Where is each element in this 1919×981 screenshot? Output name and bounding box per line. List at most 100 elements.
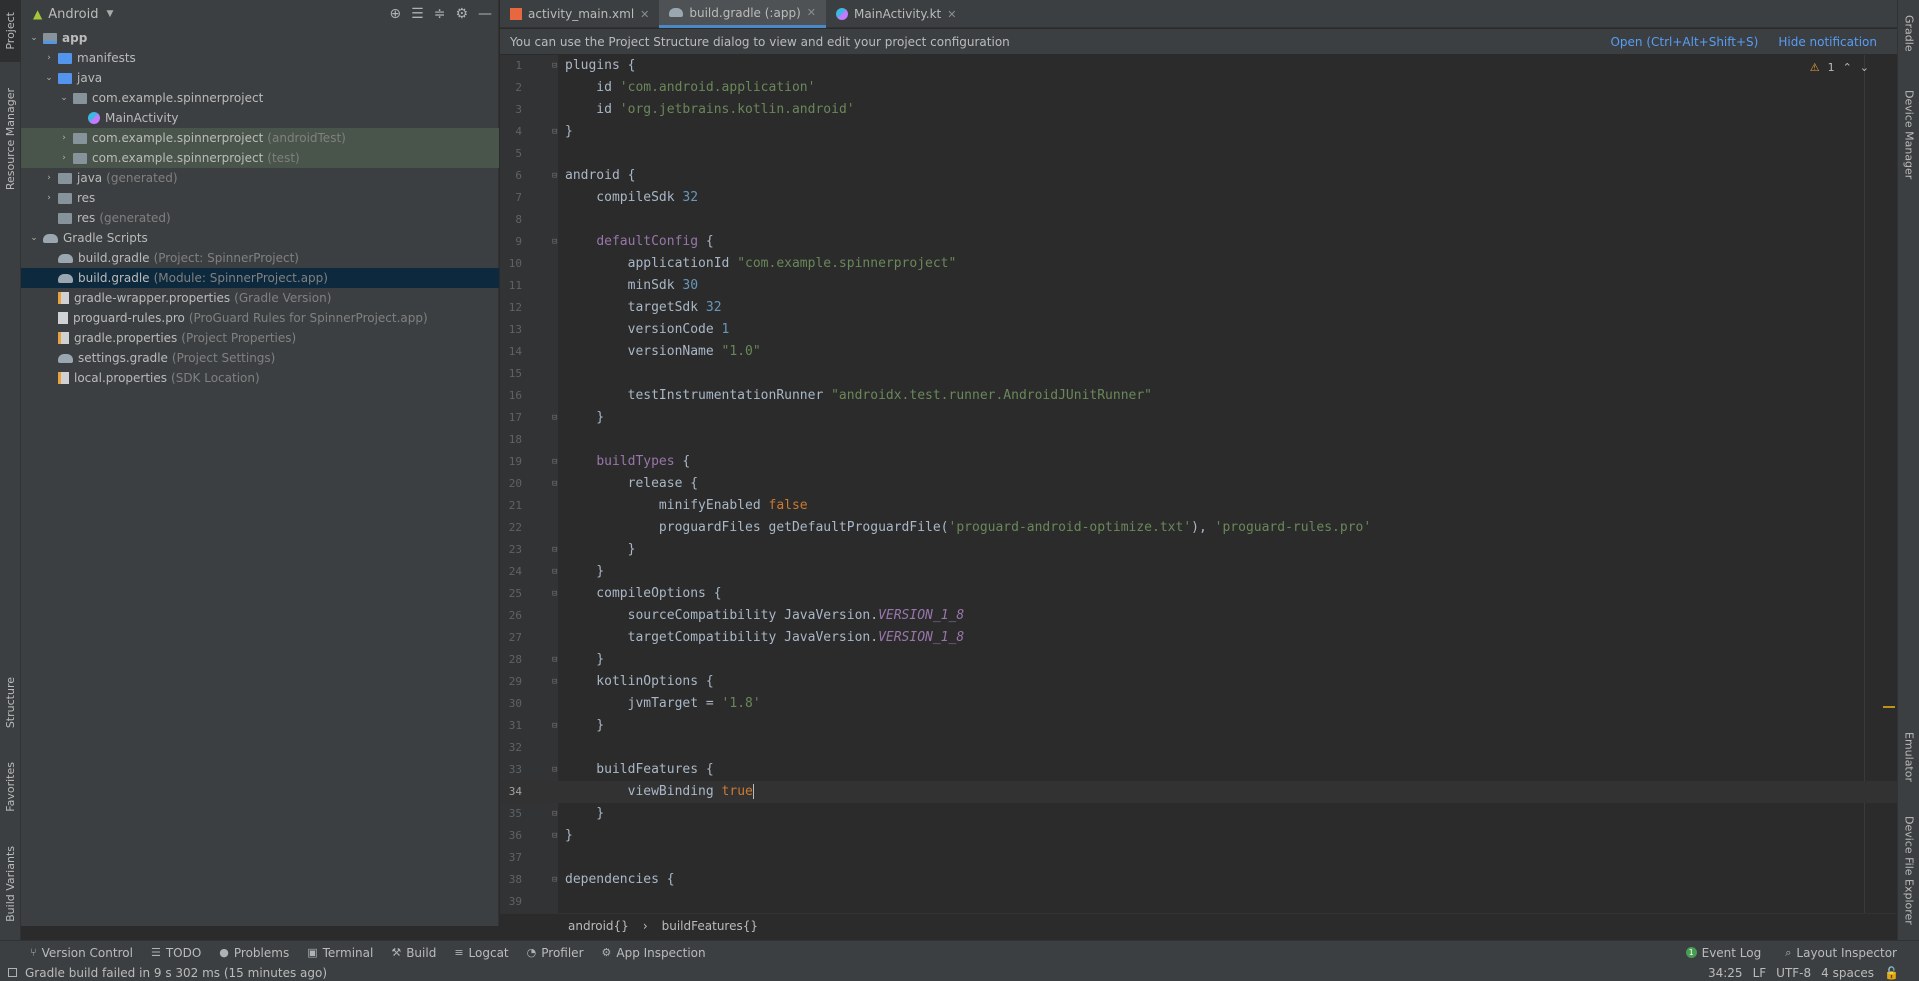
tree-item[interactable]: ⌄ Gradle Scripts bbox=[21, 228, 499, 248]
tool-tab-emulator[interactable]: Emulator bbox=[1898, 722, 1919, 792]
code-line[interactable]: 20 ⊟ release { bbox=[500, 473, 1897, 495]
bottom-tool-logcat[interactable]: ≡ Logcat bbox=[454, 946, 508, 960]
hide-icon[interactable]: — bbox=[478, 6, 492, 22]
code-line[interactable]: 25 ⊟ compileOptions { bbox=[500, 583, 1897, 605]
code-line[interactable]: 17 ⊟ } bbox=[500, 407, 1897, 429]
bottom-tool-app-inspection[interactable]: ⚙ App Inspection bbox=[602, 946, 706, 960]
tree-item[interactable]: build.gradle (Project: SpinnerProject) bbox=[21, 248, 499, 268]
chevron-down-icon[interactable]: ⌄ bbox=[42, 73, 56, 83]
tree-item[interactable]: MainActivity bbox=[21, 108, 499, 128]
tree-item[interactable]: › res bbox=[21, 188, 499, 208]
editor-tab[interactable]: activity_main.xml ✕ bbox=[500, 0, 659, 28]
code-line[interactable]: 5 bbox=[500, 143, 1897, 165]
code-line[interactable]: 3 id 'org.jetbrains.kotlin.android' bbox=[500, 99, 1897, 121]
tree-item[interactable]: › manifests bbox=[21, 48, 499, 68]
chevron-right-icon[interactable]: › bbox=[57, 153, 71, 163]
code-line[interactable]: 24 ⊟ } bbox=[500, 561, 1897, 583]
breadcrumb-item-android[interactable]: android{} bbox=[568, 919, 629, 933]
tool-tab-device-manager[interactable]: Device Manager bbox=[1898, 82, 1919, 187]
fold-icon[interactable]: ⊟ bbox=[552, 825, 557, 847]
code-line[interactable]: 32 bbox=[500, 737, 1897, 759]
code-line[interactable]: 16 testInstrumentationRunner "androidx.t… bbox=[500, 385, 1897, 407]
fold-icon[interactable]: ⊟ bbox=[552, 473, 557, 495]
hide-notification-link[interactable]: Hide notification bbox=[1778, 35, 1877, 49]
bottom-tool-profiler[interactable]: ◔ Profiler bbox=[527, 946, 584, 960]
code-line[interactable]: 19 ⊟ buildTypes { bbox=[500, 451, 1897, 473]
layout-inspector-button[interactable]: ⌕ Layout Inspector bbox=[1785, 946, 1897, 960]
collapse-all-icon[interactable]: ≑ bbox=[434, 6, 446, 22]
bottom-tool-version-control[interactable]: ⑂ Version Control bbox=[30, 946, 133, 960]
code-line[interactable]: 6 ⊟ android { bbox=[500, 165, 1897, 187]
tree-item[interactable]: local.properties (SDK Location) bbox=[21, 368, 499, 388]
code-line[interactable]: 37 bbox=[500, 847, 1897, 869]
editor-tab[interactable]: build.gradle (:app) ✕ bbox=[659, 0, 826, 28]
tree-item[interactable]: › com.example.spinnerproject (androidTest) bbox=[21, 128, 499, 148]
tool-tab-favorites[interactable]: Favorites bbox=[0, 752, 21, 822]
tool-window-toggle-icon[interactable] bbox=[8, 968, 17, 977]
code-line[interactable]: 15 bbox=[500, 363, 1897, 385]
chevron-right-icon[interactable]: › bbox=[42, 193, 56, 203]
code-line[interactable]: 35 ⊟ } bbox=[500, 803, 1897, 825]
chevron-down-icon[interactable]: ⌄ bbox=[27, 33, 41, 43]
code-line[interactable]: 31 ⊟ } bbox=[500, 715, 1897, 737]
fold-icon[interactable]: ⊟ bbox=[552, 715, 557, 737]
code-line[interactable]: 18 bbox=[500, 429, 1897, 451]
chevron-down-icon[interactable]: ⌄ bbox=[57, 93, 71, 103]
breadcrumb-item-buildfeatures[interactable]: buildFeatures{} bbox=[662, 919, 758, 933]
fold-icon[interactable]: ⊟ bbox=[552, 539, 557, 561]
code-editor[interactable]: 1 ⊟ plugins {2 id 'com.android.application… bbox=[500, 55, 1897, 913]
chevron-down-icon[interactable]: ⌄ bbox=[1860, 61, 1869, 74]
bottom-tool-build[interactable]: ⚒ Build bbox=[391, 946, 436, 960]
tree-item[interactable]: ⌄ com.example.spinnerproject bbox=[21, 88, 499, 108]
tree-item[interactable]: gradle.properties (Project Properties) bbox=[21, 328, 499, 348]
code-line[interactable]: 8 bbox=[500, 209, 1897, 231]
fold-icon[interactable]: ⊟ bbox=[552, 451, 557, 473]
gear-icon[interactable]: ⚙ bbox=[455, 6, 468, 22]
bottom-tool-terminal[interactable]: ▣ Terminal bbox=[307, 946, 373, 960]
code-line[interactable]: 4 ⊟} bbox=[500, 121, 1897, 143]
code-line[interactable]: 14 versionName "1.0" bbox=[500, 341, 1897, 363]
code-line[interactable]: 26 sourceCompatibility JavaVersion.VERSI… bbox=[500, 605, 1897, 627]
line-separator[interactable]: LF bbox=[1753, 966, 1767, 980]
chevron-down-icon[interactable]: ⌄ bbox=[27, 233, 41, 243]
close-icon[interactable]: ✕ bbox=[947, 8, 956, 21]
tree-item[interactable]: › java (generated) bbox=[21, 168, 499, 188]
chevron-up-icon[interactable]: ⌃ bbox=[1843, 61, 1852, 74]
code-line[interactable]: 21 minifyEnabled false bbox=[500, 495, 1897, 517]
fold-icon[interactable]: ⊟ bbox=[552, 165, 557, 187]
caret-position[interactable]: 34:25 bbox=[1708, 966, 1743, 980]
tool-tab-project[interactable]: Project bbox=[0, 0, 21, 62]
tool-tab-device-file-explorer[interactable]: Device File Explorer bbox=[1898, 808, 1919, 932]
fold-icon[interactable]: ⊟ bbox=[552, 121, 557, 143]
fold-icon[interactable]: ⊟ bbox=[552, 407, 557, 429]
file-encoding[interactable]: UTF-8 bbox=[1776, 966, 1811, 980]
code-line[interactable]: 34 viewBinding true bbox=[500, 781, 1897, 803]
inspection-widget[interactable]: ⚠ 1 ⌃ ⌄ bbox=[1810, 61, 1869, 74]
locate-icon[interactable]: ⊕ bbox=[389, 6, 401, 22]
code-line[interactable]: 30 jvmTarget = '1.8' bbox=[500, 693, 1897, 715]
tool-tab-build-variants[interactable]: Build Variants bbox=[0, 836, 21, 932]
code-line[interactable]: 10 applicationId "com.example.spinnerpro… bbox=[500, 253, 1897, 275]
fold-icon[interactable]: ⊟ bbox=[552, 231, 557, 253]
code-line[interactable]: 33 ⊟ buildFeatures { bbox=[500, 759, 1897, 781]
scrollbar-warning-marker[interactable] bbox=[1883, 706, 1895, 708]
bottom-tool-todo[interactable]: ☰ TODO bbox=[151, 946, 201, 960]
chevron-right-icon[interactable]: › bbox=[57, 133, 71, 143]
indent-setting[interactable]: 4 spaces bbox=[1821, 966, 1874, 980]
code-line[interactable]: 7 compileSdk 32 bbox=[500, 187, 1897, 209]
editor-tab[interactable]: MainActivity.kt ✕ bbox=[826, 0, 967, 28]
bottom-tool-problems[interactable]: ● Problems bbox=[219, 946, 289, 960]
close-icon[interactable]: ✕ bbox=[640, 8, 649, 21]
fold-icon[interactable]: ⊟ bbox=[552, 55, 557, 77]
tree-item[interactable]: settings.gradle (Project Settings) bbox=[21, 348, 499, 368]
tree-item[interactable]: build.gradle (Module: SpinnerProject.app) bbox=[21, 268, 499, 288]
code-line[interactable]: 11 minSdk 30 bbox=[500, 275, 1897, 297]
code-line[interactable]: 27 targetCompatibility JavaVersion.VERSI… bbox=[500, 627, 1897, 649]
expand-all-icon[interactable]: ☰ bbox=[411, 6, 424, 22]
tree-item[interactable]: › com.example.spinnerproject (test) bbox=[21, 148, 499, 168]
code-line[interactable]: 1 ⊟ plugins { bbox=[500, 55, 1897, 77]
fold-icon[interactable]: ⊟ bbox=[552, 671, 557, 693]
tree-item[interactable]: proguard-rules.pro (ProGuard Rules for Sp… bbox=[21, 308, 499, 328]
code-line[interactable]: 22 proguardFiles getDefaultProguardFile(… bbox=[500, 517, 1897, 539]
status-message[interactable]: Gradle build failed in 9 s 302 ms (15 mi… bbox=[25, 966, 327, 980]
